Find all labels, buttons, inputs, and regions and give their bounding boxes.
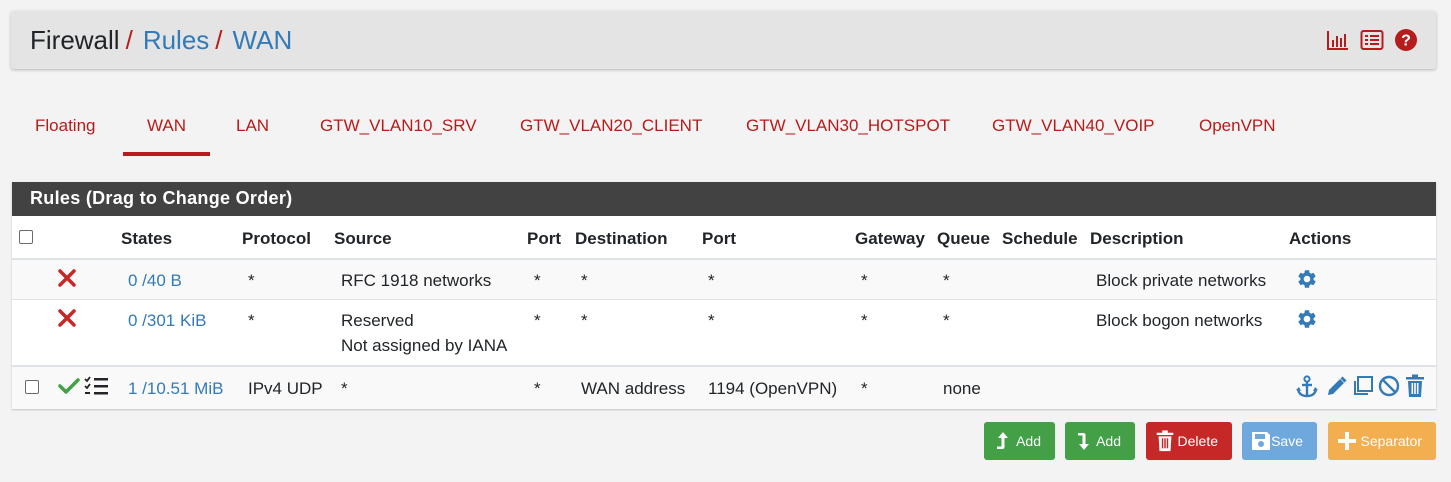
breadcrumb-firewall: Firewall <box>30 25 120 55</box>
source-value: Reserved <box>341 311 414 330</box>
separator-label: Separator <box>1360 433 1422 449</box>
gear-icon[interactable] <box>1296 268 1318 290</box>
tab-lan[interactable]: LAN <box>236 116 269 136</box>
queue-value: * <box>943 311 950 330</box>
col-actions: Actions <box>1289 229 1352 248</box>
table-row[interactable]: 0 /301 KiB * Reserved Not assigned by IA… <box>12 300 1436 366</box>
pass-check-icon <box>58 377 80 395</box>
add-bottom-button[interactable]: Add <box>1065 422 1135 460</box>
panel-title: Rules (Drag to Change Order) <box>12 182 1436 216</box>
gateway-value: * <box>861 379 868 398</box>
anchor-icon[interactable] <box>1296 375 1318 399</box>
copy-icon[interactable] <box>1352 375 1374 397</box>
tab-gtw-vlan20-client[interactable]: GTW_VLAN20_CLIENT <box>520 116 702 136</box>
trash-icon[interactable] <box>1405 374 1425 398</box>
source-port-value: * <box>534 311 541 330</box>
breadcrumb-rules-link[interactable]: Rules <box>143 25 209 55</box>
source-port-value: * <box>534 271 541 290</box>
dest-port-value: 1194 (OpenVPN) <box>708 379 838 398</box>
description-value: Block bogon networks <box>1096 311 1263 330</box>
arrow-down-icon <box>1073 430 1095 452</box>
col-protocol: Protocol <box>242 229 311 248</box>
interface-tabs: Floating WAN LAN GTW_VLAN10_SRV GTW_VLAN… <box>0 104 1451 156</box>
source-value: RFC 1918 networks <box>341 271 492 290</box>
tab-gtw-vlan30-hotspot[interactable]: GTW_VLAN30_HOTSPOT <box>746 116 950 136</box>
add-bottom-label: Add <box>1096 433 1121 449</box>
breadcrumb-wan-link[interactable]: WAN <box>233 25 293 55</box>
tab-gtw-vlan10-srv[interactable]: GTW_VLAN10_SRV <box>320 116 477 136</box>
gear-icon[interactable] <box>1296 308 1318 330</box>
select-all-checkbox[interactable] <box>19 230 33 244</box>
delete-label: Delete <box>1177 433 1218 449</box>
states-link[interactable]: 0 /40 B <box>128 271 182 291</box>
col-source: Source <box>334 229 392 248</box>
rules-panel: Rules (Drag to Change Order) States Prot… <box>12 182 1436 409</box>
task-list-icon[interactable] <box>84 375 110 397</box>
add-top-button[interactable]: Add <box>984 422 1055 460</box>
page-header: Firewall / Rules / WAN ? <box>11 11 1436 69</box>
destination-value: * <box>581 271 588 290</box>
list-icon[interactable] <box>1360 28 1384 52</box>
plus-icon <box>1336 430 1358 452</box>
chart-icon[interactable] <box>1326 28 1350 52</box>
block-icon <box>58 309 76 327</box>
row-checkbox[interactable] <box>25 380 39 394</box>
source-port-value: * <box>534 379 541 398</box>
tab-gtw-vlan40-voip[interactable]: GTW_VLAN40_VOIP <box>992 116 1155 136</box>
destination-value: WAN address <box>581 379 686 398</box>
save-icon <box>1250 430 1272 452</box>
col-schedule: Schedule <box>1002 229 1078 248</box>
tab-floating[interactable]: Floating <box>35 116 95 136</box>
col-description: Description <box>1090 229 1184 248</box>
table-row[interactable]: 0 /40 B * RFC 1918 networks * * * * * Bl… <box>12 260 1436 300</box>
breadcrumb-separator: / <box>125 25 133 55</box>
add-top-label: Add <box>1016 433 1041 449</box>
col-states: States <box>121 229 173 248</box>
queue-value: none <box>943 379 981 398</box>
dest-port-value: * <box>708 311 715 330</box>
svg-text:?: ? <box>1401 33 1411 50</box>
destination-value: * <box>581 311 588 330</box>
col-dest-port: Port <box>702 229 736 248</box>
dest-port-value: * <box>708 271 715 290</box>
queue-value: * <box>943 271 950 290</box>
col-source-port: Port <box>527 229 561 248</box>
table-row[interactable]: 1 /10.51 MiB IPv4 UDP * * WAN address 11… <box>12 367 1436 409</box>
col-destination: Destination <box>575 229 668 248</box>
description-value: Block private networks <box>1096 271 1267 290</box>
protocol-value: * <box>248 271 255 290</box>
tab-wan[interactable]: WAN <box>147 116 186 136</box>
trash-icon <box>1154 430 1176 452</box>
protocol-value: IPv4 UDP <box>248 379 323 398</box>
states-link[interactable]: 1 /10.51 MiB <box>128 379 223 399</box>
save-button[interactable]: Save <box>1242 422 1317 460</box>
source-value-line2: Not assigned by IANA <box>341 336 508 355</box>
delete-button[interactable]: Delete <box>1146 422 1232 460</box>
disable-icon[interactable] <box>1378 375 1400 397</box>
gateway-value: * <box>861 311 868 330</box>
col-gateway: Gateway <box>855 229 925 248</box>
tab-openvpn[interactable]: OpenVPN <box>1199 116 1276 136</box>
source-value: * <box>341 379 348 398</box>
states-link[interactable]: 0 /301 KiB <box>128 311 206 331</box>
active-tab-indicator <box>123 152 210 156</box>
block-icon <box>58 269 76 287</box>
gateway-value: * <box>861 271 868 290</box>
help-icon[interactable]: ? <box>1394 28 1418 52</box>
breadcrumb-separator: / <box>215 25 223 55</box>
col-queue: Queue <box>937 229 990 248</box>
protocol-value: * <box>248 311 255 330</box>
separator-button[interactable]: Separator <box>1328 422 1436 460</box>
arrow-up-icon <box>992 430 1014 452</box>
edit-pencil-icon[interactable] <box>1325 376 1347 398</box>
save-label: Save <box>1271 433 1303 449</box>
breadcrumb: Firewall / Rules / WAN <box>30 24 292 56</box>
